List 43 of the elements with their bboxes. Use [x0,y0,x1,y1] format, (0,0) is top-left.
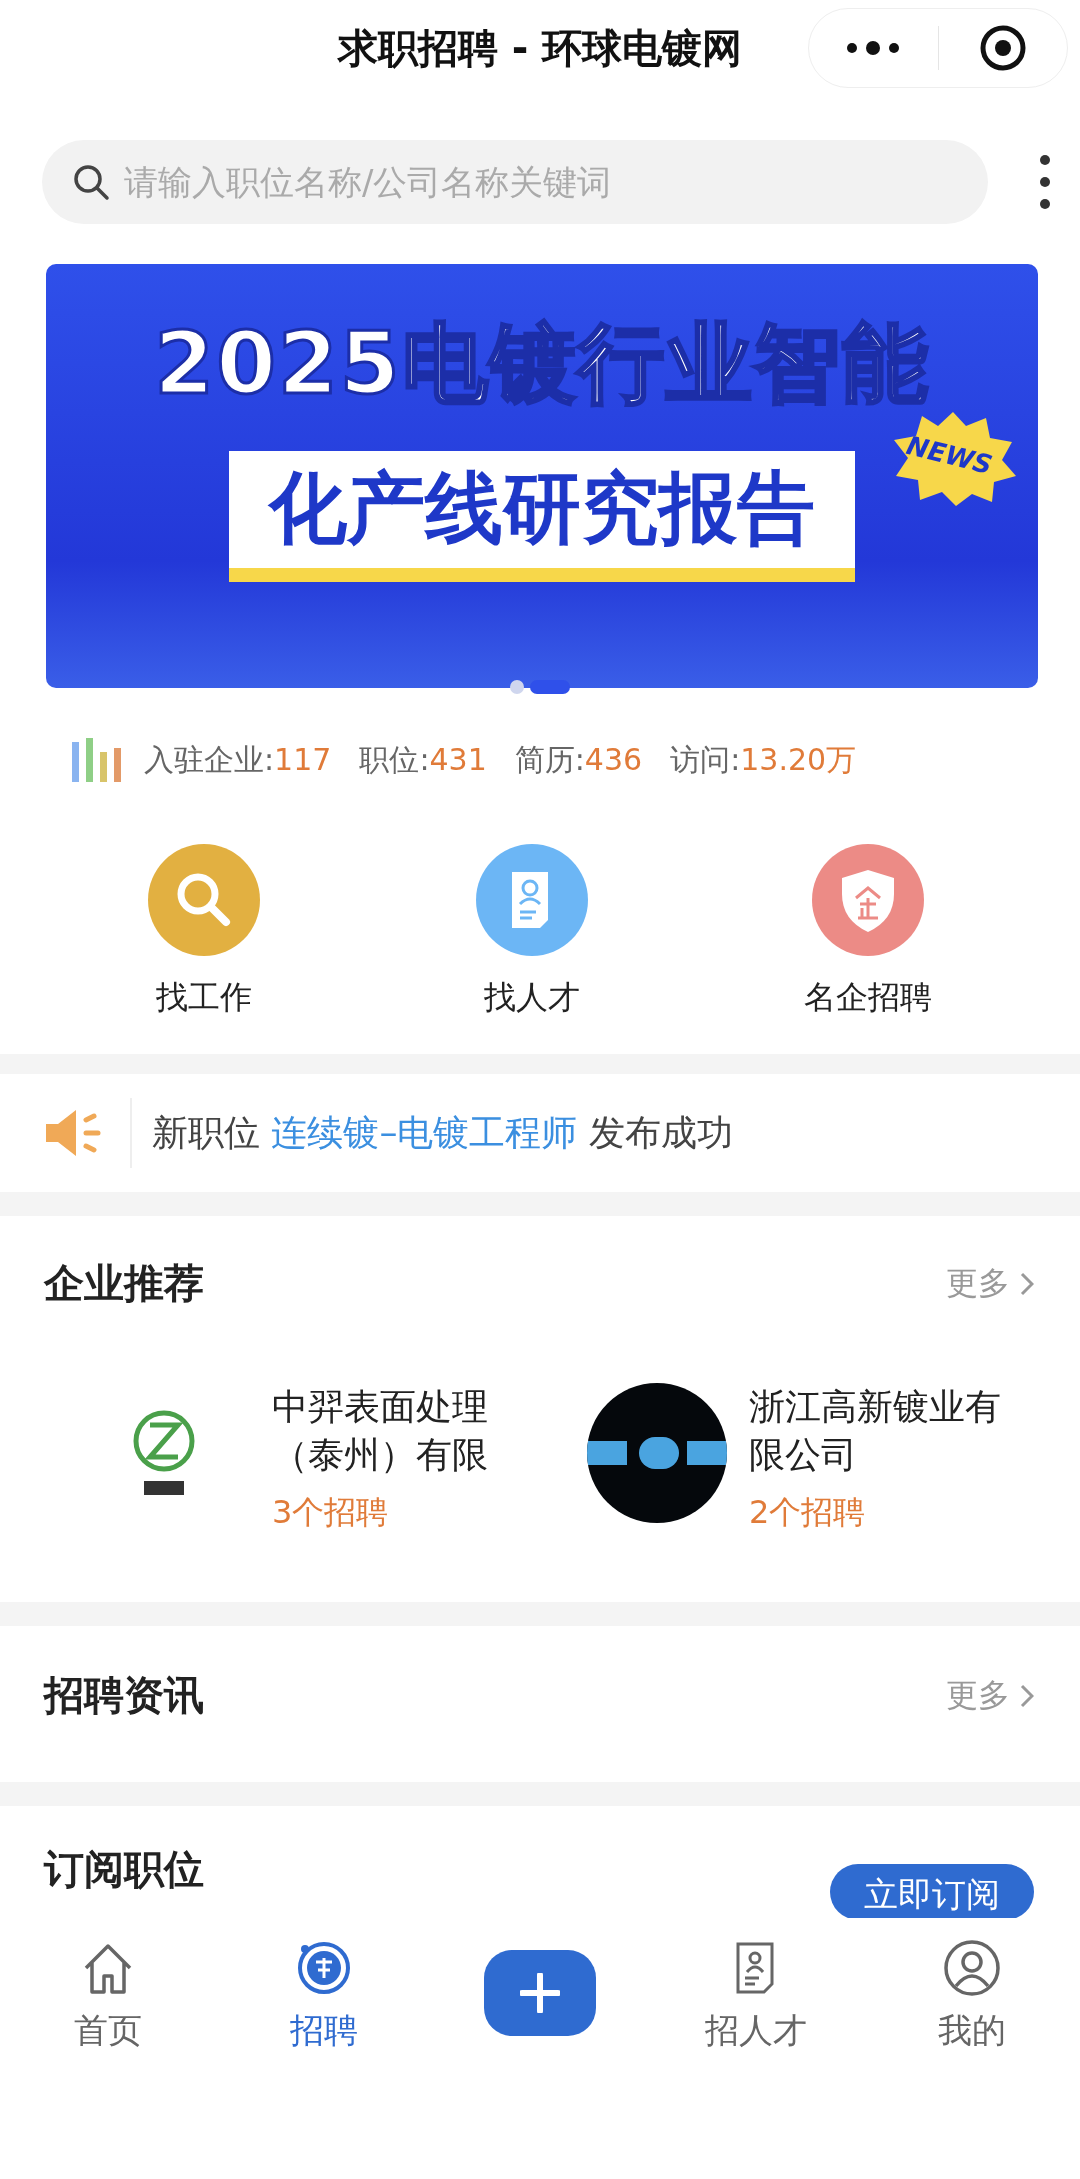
plus-icon [520,1973,560,2013]
subscribe-button[interactable]: 立即订阅 [830,1864,1034,1920]
section-title: 招聘资讯 [44,1671,204,1720]
window-title: 求职招聘 - 环球电镀网 [337,23,743,73]
company-card[interactable]: 浙江高新镀业有限公司 2个招聘 [587,1383,1080,1535]
stat-label: 简历: [514,741,585,777]
add-button[interactable] [484,1950,596,2036]
stat-label: 职位: [359,741,430,777]
job-count: 2个招聘 [749,1492,867,1533]
company-name: 浙江高新镀业有限公司 [749,1385,1002,1477]
carousel-dot[interactable] [510,680,524,694]
company-name: 中羿表面处理（泰州）有限 [272,1385,489,1477]
more-icon[interactable] [846,41,901,55]
company-card[interactable]: 中羿表面处理（泰州）有限 3个招聘 [94,1383,587,1535]
close-icon[interactable] [978,24,1027,72]
chevron-icon [1020,1271,1034,1296]
banner-subtitle: 化产线研究报告 [229,451,855,582]
job-count: 3个招聘 [272,1492,390,1533]
chevron-icon [1020,1683,1034,1708]
stat-label: 访问: [670,741,741,777]
stat-value: 13.20万 [740,741,857,777]
stat-value: 117 [274,741,332,777]
job-link[interactable]: 连续镀–电镀工程师 [271,1111,578,1153]
stat-value: 436 [584,741,643,777]
tab[interactable]: 我的 [864,1938,1080,2054]
search-icon [72,163,110,201]
section-title: 企业推荐 [44,1259,204,1308]
banner[interactable]: 2025电镀行业智能 化产线研究报告 NEWS [46,264,1038,688]
shortcut-label[interactable]: 找人才 [484,976,580,1020]
banner-headline: 2025电镀行业智能 [154,312,930,415]
shortcut-label[interactable]: 找工作 [156,976,252,1020]
stat-value: 431 [429,741,487,777]
shortcut-label[interactable]: 名企招聘 [804,976,932,1020]
search-field[interactable]: 请输入职位名称/公司名称关键词 [42,140,988,224]
stat-label: 入驻企业: [144,741,275,777]
tab[interactable]: 首页 [0,1938,216,2054]
notice-text: 新职位 连续镀–电镀工程师 发布成功 [152,1110,733,1155]
menu-icon[interactable] [1038,154,1052,210]
tab[interactable]: 招人才 [648,1938,864,2054]
profile-icon [942,1938,1002,1998]
section-title: 订阅职位 [44,1845,204,1894]
bar-chart-icon [72,738,124,782]
tab[interactable]: 招聘 [216,1938,432,2054]
